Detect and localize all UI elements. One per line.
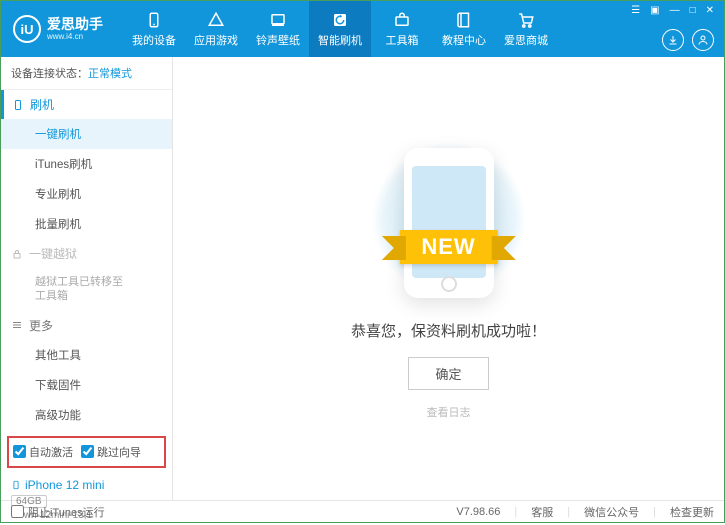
wechat-link[interactable]: 微信公众号	[584, 504, 639, 520]
cart-icon	[517, 11, 535, 29]
phone-icon	[145, 11, 163, 29]
connection-status: 设备连接状态：正常模式	[1, 57, 172, 90]
user-button[interactable]	[692, 29, 714, 51]
menu-icon[interactable]: ☰	[631, 5, 640, 16]
refresh-icon	[331, 11, 349, 29]
sidebar-item-advanced[interactable]: 高级功能	[1, 400, 172, 430]
section-jailbreak: 一键越狱	[1, 239, 172, 268]
nav-toolbox[interactable]: 工具箱	[371, 1, 433, 57]
download-button[interactable]	[662, 29, 684, 51]
logo-icon: iU	[13, 15, 41, 43]
toolbox-icon	[393, 11, 411, 29]
nav-tutorials[interactable]: 教程中心	[433, 1, 495, 57]
app-header: iU 爱思助手 www.i4.cn 我的设备 应用游戏 铃声壁纸 智能刷机 工具…	[1, 1, 724, 57]
options-box: 自动激活 跳过向导	[7, 436, 166, 468]
lock-icon	[11, 248, 23, 260]
section-more[interactable]: 更多	[1, 311, 172, 340]
app-subtitle: www.i4.cn	[47, 32, 103, 41]
nav-store[interactable]: 爱思商城	[495, 1, 557, 57]
app-title: 爱思助手	[47, 17, 103, 32]
checkbox-block-itunes[interactable]: 阻止iTunes运行	[11, 504, 105, 520]
success-message: 恭喜您，保资料刷机成功啦！	[351, 320, 546, 341]
wallpaper-icon	[269, 11, 287, 29]
nav-apps-games[interactable]: 应用游戏	[185, 1, 247, 57]
sidebar-item-download-fw[interactable]: 下载固件	[1, 370, 172, 400]
main-content: NEW 恭喜您，保资料刷机成功啦！ 确定 查看日志	[173, 57, 724, 500]
device-icon	[11, 478, 21, 492]
checkbox-skip-guide[interactable]: 跳过向导	[81, 444, 141, 460]
section-flash[interactable]: 刷机	[1, 90, 172, 119]
logo-area: iU 爱思助手 www.i4.cn	[13, 15, 103, 43]
new-ribbon: NEW	[399, 230, 497, 264]
view-log-link[interactable]: 查看日志	[427, 404, 471, 420]
list-icon	[11, 319, 23, 331]
skin-icon[interactable]: ▣	[650, 5, 659, 16]
jailbreak-note: 越狱工具已转移至 工具箱	[1, 268, 172, 311]
sidebar-item-pro-flash[interactable]: 专业刷机	[1, 179, 172, 209]
sidebar-item-itunes-flash[interactable]: iTunes刷机	[1, 149, 172, 179]
sidebar-item-oneclick-flash[interactable]: 一键刷机	[1, 119, 172, 149]
main-nav: 我的设备 应用游戏 铃声壁纸 智能刷机 工具箱 教程中心 爱思商城	[123, 1, 557, 57]
checkbox-auto-activate[interactable]: 自动激活	[13, 444, 73, 460]
nav-my-device[interactable]: 我的设备	[123, 1, 185, 57]
success-illustration: NEW	[369, 138, 529, 308]
version-label: V7.98.66	[456, 506, 500, 518]
ok-button[interactable]: 确定	[408, 357, 488, 390]
support-link[interactable]: 客服	[531, 504, 553, 520]
nav-ringtones[interactable]: 铃声壁纸	[247, 1, 309, 57]
check-update-link[interactable]: 检查更新	[670, 504, 714, 520]
book-icon	[455, 11, 473, 29]
sidebar-item-batch-flash[interactable]: 批量刷机	[1, 209, 172, 239]
apps-icon	[207, 11, 225, 29]
sidebar-item-other-tools[interactable]: 其他工具	[1, 340, 172, 370]
phone-icon	[12, 99, 24, 111]
sidebar: 设备连接状态：正常模式 刷机 一键刷机 iTunes刷机 专业刷机 批量刷机 一…	[1, 57, 173, 500]
nav-smart-flash[interactable]: 智能刷机	[309, 1, 371, 57]
